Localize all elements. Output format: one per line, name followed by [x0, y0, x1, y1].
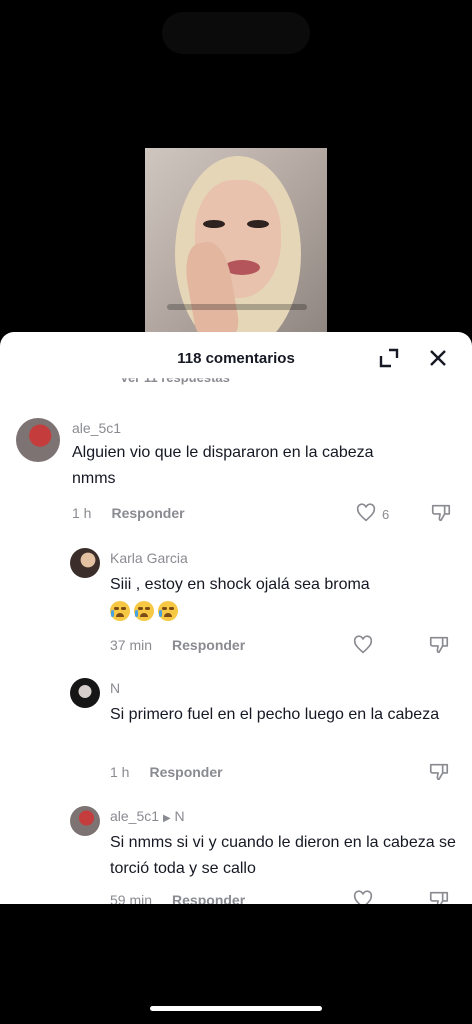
dislike-icon[interactable] — [428, 634, 450, 656]
reply-button[interactable]: Responder — [149, 764, 222, 780]
heart-icon[interactable] — [355, 502, 377, 524]
comment-item: N Si primero fuel en el pecho luego en l… — [0, 674, 472, 794]
comments-count-title: 118 comentarios — [177, 350, 295, 367]
comment-time: 59 min — [110, 892, 153, 904]
comment-meta: 59 min Responder — [110, 892, 245, 904]
comment-time: 1 h — [110, 764, 130, 780]
dislike-icon[interactable] — [428, 761, 450, 783]
left-eye — [203, 220, 225, 228]
comment-time: 1 h — [72, 505, 92, 521]
video-caption-blur — [167, 304, 307, 310]
comment-text: Alguien vio que le dispararon en la cabe… — [72, 444, 374, 487]
comment-text: Siii , estoy en shock ojalá sea broma 😭😭… — [110, 572, 440, 624]
comment-meta: 1 h Responder — [110, 764, 223, 780]
comment-username-text: ale_5c1 — [110, 808, 160, 824]
comment-meta: 37 min Responder — [110, 637, 245, 653]
video-thumbnail[interactable] — [145, 148, 327, 338]
comment-username[interactable]: Karla Garcia — [110, 550, 188, 566]
avatar[interactable] — [70, 548, 100, 578]
comment-text: Si nmms si vi y cuando le dieron en la c… — [110, 834, 456, 877]
comment-item: ale_5c1 ▶ N Si nmms si vi y cuando le di… — [0, 802, 472, 904]
comment-time: 37 min — [110, 637, 153, 653]
dislike-icon[interactable] — [430, 502, 452, 524]
close-icon[interactable] — [426, 346, 450, 370]
comment-item: ale_5c1 Alguien vio que le dispararon en… — [0, 412, 472, 532]
comment-text-body: Siii , estoy en shock ojalá sea broma — [110, 576, 370, 593]
comment-meta: 1 h Responder — [72, 505, 185, 521]
right-eye — [247, 220, 269, 228]
dislike-icon[interactable] — [428, 889, 450, 904]
comment-text: Si primero fuel en el pecho luego en la … — [110, 706, 440, 723]
avatar[interactable] — [16, 418, 60, 462]
expand-icon[interactable] — [377, 346, 401, 370]
reply-button[interactable]: Responder — [172, 892, 245, 904]
like-count: 6 — [382, 507, 390, 522]
crying-emoji-icon — [158, 600, 178, 621]
comment-username[interactable]: N — [110, 680, 120, 696]
view-replies-link[interactable]: Ver 11 respuestas — [120, 378, 230, 385]
reply-to-username[interactable]: N — [175, 808, 185, 824]
reply-button[interactable]: Responder — [172, 637, 245, 653]
dynamic-island — [162, 12, 310, 54]
reply-button[interactable]: Responder — [111, 505, 184, 521]
comments-sheet: 118 comentarios Ver 11 respuestas ale_5c… — [0, 332, 472, 904]
crying-emoji-icon — [110, 600, 130, 621]
comment-username[interactable]: ale_5c1 — [72, 420, 121, 436]
comment-item: Karla Garcia Siii , estoy en shock ojalá… — [0, 544, 472, 664]
reply-arrow-icon: ▶ — [162, 813, 171, 824]
home-indicator[interactable] — [150, 1006, 322, 1011]
crying-emoji-icon — [134, 600, 154, 621]
heart-icon[interactable] — [352, 889, 374, 904]
avatar[interactable] — [70, 806, 100, 836]
comment-username[interactable]: ale_5c1 ▶ N — [110, 808, 185, 824]
heart-icon[interactable] — [352, 634, 374, 656]
avatar[interactable] — [70, 678, 100, 708]
